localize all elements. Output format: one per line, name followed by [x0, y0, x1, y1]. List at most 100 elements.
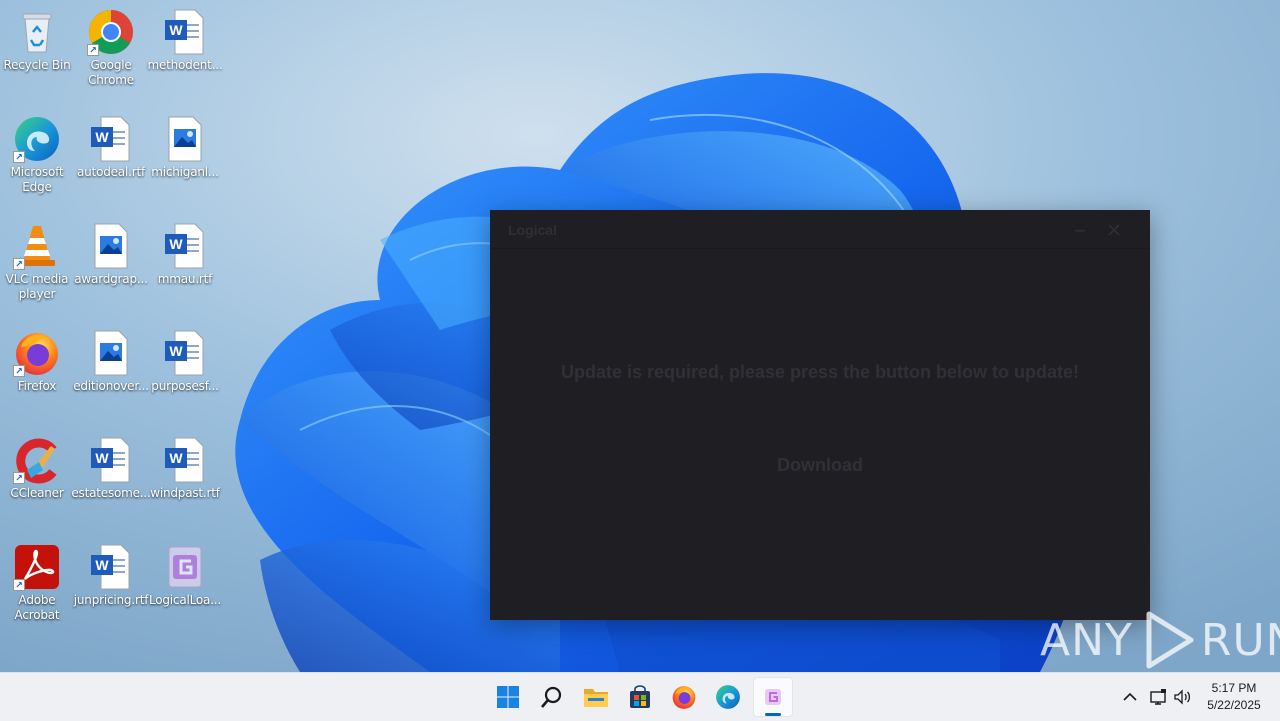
- word-doc-icon: W: [87, 543, 135, 591]
- image-file-icon: [161, 115, 209, 163]
- logical-app-window: Logical Update is required, please press…: [490, 210, 1150, 620]
- image-file-icon: [87, 329, 135, 377]
- svg-text:W: W: [95, 450, 109, 466]
- taskbar: 5:17 PM 5/22/2025: [0, 672, 1280, 721]
- desktop-icon-editionover[interactable]: editionover...: [73, 329, 149, 394]
- word-doc-icon: W: [87, 115, 135, 163]
- watermark-text-left: ANY: [1040, 614, 1133, 666]
- desktop-icon-purposesf[interactable]: W purposesf...: [149, 329, 221, 394]
- store-icon: [630, 685, 650, 708]
- svg-text:W: W: [169, 450, 183, 466]
- desktop-icon-junpricing[interactable]: W junpricing.rtf: [73, 543, 149, 608]
- shortcut-arrow-icon: ↗: [87, 44, 99, 56]
- network-icon: [1150, 689, 1166, 705]
- word-doc-icon: W: [161, 222, 209, 270]
- shortcut-arrow-icon: ↗: [13, 579, 25, 591]
- firefox-icon: ↗: [13, 329, 61, 377]
- word-doc-icon: W: [161, 436, 209, 484]
- play-logo-icon: [1146, 611, 1194, 669]
- desktop-icon-google-chrome[interactable]: ↗ Google Chrome: [75, 8, 147, 88]
- ccleaner-icon: ↗: [13, 436, 61, 484]
- clock-time[interactable]: 5:17 PM: [1200, 681, 1268, 695]
- word-doc-icon: W: [87, 436, 135, 484]
- svg-text:W: W: [169, 343, 183, 359]
- desktop-icon-label: Adobe Acrobat: [14, 593, 60, 622]
- acrobat-icon: ↗: [13, 543, 61, 591]
- recycle-bin-icon: [13, 8, 61, 56]
- shortcut-arrow-icon: ↗: [13, 472, 25, 484]
- desktop-icon-label: Firefox: [17, 379, 57, 393]
- desktop-icon-label: VLC media player: [5, 272, 69, 301]
- desktop-icon-awardgrap[interactable]: awardgrap...: [74, 222, 148, 287]
- desktop-icon-label: LogicalLoa...: [148, 593, 222, 607]
- image-file-icon: [87, 222, 135, 270]
- desktop-icon-label: awardgrap...: [74, 272, 148, 286]
- clock-date[interactable]: 5/22/2025: [1196, 698, 1272, 712]
- desktop-icon-recycle-bin[interactable]: Recycle Bin: [1, 8, 73, 73]
- word-doc-icon: W: [161, 8, 209, 56]
- search-icon: [541, 686, 562, 708]
- desktop-icon-label: mmau.rtf: [157, 272, 213, 286]
- vlc-icon: ↗: [13, 222, 61, 270]
- anyrun-watermark: ANY RUN: [1040, 608, 1280, 672]
- edge-icon: [716, 685, 740, 709]
- desktop-icon-label: editionover...: [73, 379, 149, 393]
- desktop-icon-microsoft-edge[interactable]: ↗ Microsoft Edge: [1, 115, 73, 195]
- start-button[interactable]: [492, 681, 524, 713]
- watermark-text-right: RUN: [1200, 614, 1280, 666]
- shortcut-arrow-icon: ↗: [13, 151, 25, 163]
- close-button[interactable]: [1104, 220, 1124, 240]
- network-status-button[interactable]: [1148, 687, 1168, 707]
- active-app-indicator: [765, 713, 781, 716]
- desktop-icon-label: CCleaner: [10, 486, 64, 500]
- shortcut-arrow-icon: ↗: [13, 258, 25, 270]
- edge-taskbar-button[interactable]: [712, 681, 744, 713]
- file-explorer-icon: [584, 689, 608, 707]
- chrome-icon: ↗: [87, 8, 135, 56]
- speaker-icon: [1174, 689, 1191, 705]
- desktop-icon-michiganl[interactable]: michiganl...: [149, 115, 221, 180]
- window-title: Logical: [508, 222, 558, 238]
- minimize-button[interactable]: [1070, 220, 1090, 240]
- desktop-icon-logicalloader[interactable]: LogicalLoa...: [149, 543, 221, 608]
- desktop-icon-label: junpricing.rtf: [73, 593, 149, 607]
- logical-app-taskbar-button[interactable]: [757, 681, 789, 713]
- desktop-icon-label: windpast.rtf: [150, 486, 220, 500]
- chevron-up-icon: [1123, 692, 1137, 701]
- desktop-icon-methodent[interactable]: W methodent...: [147, 8, 223, 73]
- download-button[interactable]: Download: [750, 452, 890, 478]
- svg-text:W: W: [95, 129, 109, 145]
- volume-button[interactable]: [1172, 687, 1192, 707]
- minimize-icon: [1075, 230, 1085, 232]
- show-hidden-icons-button[interactable]: [1120, 687, 1140, 707]
- shortcut-arrow-icon: ↗: [13, 365, 25, 377]
- desktop-icon-vlc[interactable]: ↗ VLC media player: [1, 222, 73, 302]
- firefox-icon: [672, 686, 696, 709]
- search-button[interactable]: [536, 681, 568, 713]
- desktop-icon-estatesome[interactable]: W estatesome...: [71, 436, 151, 501]
- logical-app-icon: [765, 689, 781, 705]
- desktop-icon-label: purposesf...: [151, 379, 219, 393]
- close-icon: [1108, 224, 1120, 236]
- start-icon: [497, 686, 519, 708]
- firefox-taskbar-button[interactable]: [668, 681, 700, 713]
- desktop-icon-label: Microsoft Edge: [10, 165, 64, 194]
- window-titlebar[interactable]: Logical: [490, 210, 1150, 249]
- svg-text:W: W: [95, 557, 109, 573]
- desktop-icon-windpast[interactable]: W windpast.rtf: [149, 436, 221, 501]
- desktop-icon-ccleaner[interactable]: ↗ CCleaner: [1, 436, 73, 501]
- word-doc-icon: W: [161, 329, 209, 377]
- desktop-icon-label: autodeal.rtf: [77, 165, 145, 179]
- desktop-icon-mmau[interactable]: W mmau.rtf: [149, 222, 221, 287]
- desktop-icon-firefox[interactable]: ↗ Firefox: [1, 329, 73, 394]
- desktop-icon-autodeal[interactable]: W autodeal.rtf: [75, 115, 147, 180]
- desktop-icon-adobe-acrobat[interactable]: ↗ Adobe Acrobat: [1, 543, 73, 623]
- desktop-icon-label: Recycle Bin: [3, 58, 71, 72]
- svg-text:W: W: [169, 236, 183, 252]
- logical-loader-icon: [161, 543, 209, 591]
- store-button[interactable]: [624, 681, 656, 713]
- file-explorer-button[interactable]: [580, 681, 612, 713]
- svg-text:W: W: [169, 22, 183, 38]
- desktop-icon-label: michiganl...: [151, 165, 219, 179]
- desktop-icon-label: estatesome...: [71, 486, 151, 500]
